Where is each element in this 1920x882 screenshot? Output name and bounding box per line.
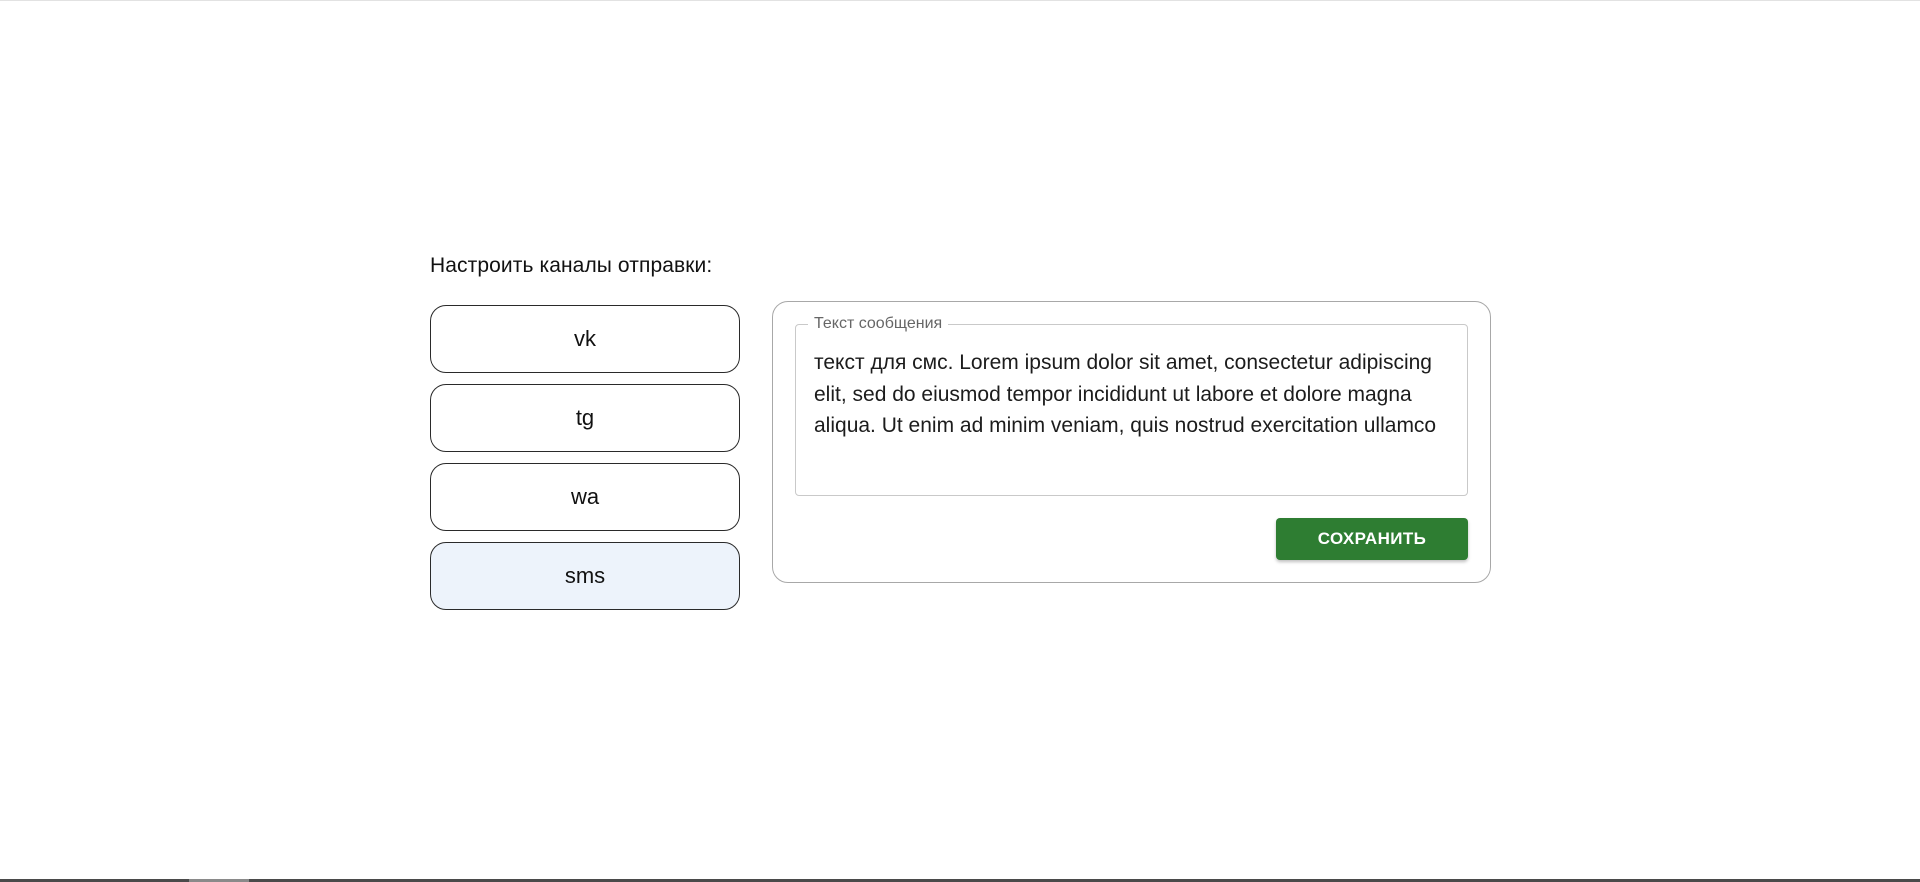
channel-button-label: vk bbox=[574, 326, 596, 351]
message-text-field[interactable]: Текст сообщения текст для смс. Lorem ips… bbox=[795, 315, 1468, 496]
channel-button-wa[interactable]: wa bbox=[430, 463, 740, 531]
channel-button-sms[interactable]: sms bbox=[430, 542, 740, 610]
channel-settings-page: Настроить каналы отправки: vk tg wa sms … bbox=[0, 0, 1920, 882]
save-button[interactable]: СОХРАНИТЬ bbox=[1276, 518, 1468, 560]
message-field-label: Текст сообщения bbox=[808, 315, 949, 333]
section-title: Настроить каналы отправки: bbox=[430, 254, 713, 277]
channel-button-label: sms bbox=[564, 563, 606, 588]
channel-button-label: tg bbox=[575, 405, 595, 430]
channel-button-tg[interactable]: tg bbox=[430, 384, 740, 452]
channel-button-vk[interactable]: vk bbox=[430, 305, 740, 373]
channel-list: vk tg wa sms bbox=[430, 305, 740, 621]
message-editor-card: Текст сообщения текст для смс. Lorem ips… bbox=[772, 301, 1491, 583]
channel-button-label: wa bbox=[570, 484, 600, 509]
message-text-value[interactable]: текст для смс. Lorem ipsum dolor sit ame… bbox=[814, 347, 1449, 442]
